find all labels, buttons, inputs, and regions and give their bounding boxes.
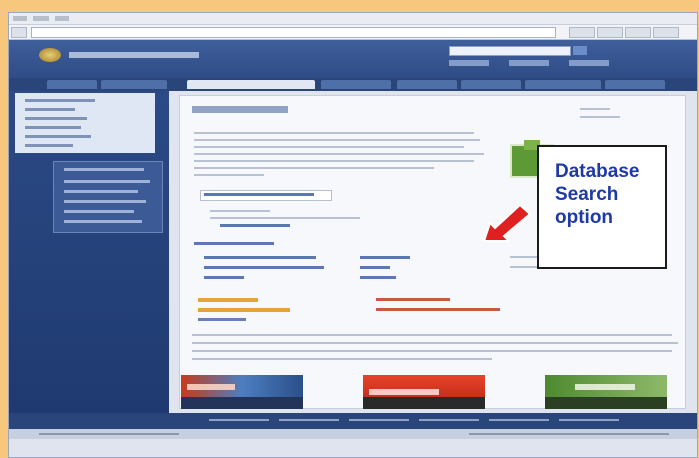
footer-link[interactable] — [559, 419, 619, 421]
nav-tab[interactable] — [525, 80, 601, 89]
database-link[interactable] — [360, 256, 410, 259]
arrow-pointing-left-icon — [482, 203, 532, 242]
sidebar-box-heading — [64, 168, 144, 171]
sidebar-item[interactable] — [25, 117, 87, 120]
search-option-link[interactable] — [220, 224, 290, 227]
database-link[interactable] — [360, 266, 390, 269]
footer-links[interactable] — [469, 433, 669, 435]
site-footer-nav — [9, 413, 697, 429]
header-link[interactable] — [449, 60, 489, 66]
body-text-line — [192, 350, 672, 352]
nav-tab-active[interactable] — [187, 80, 315, 89]
sidebar-item[interactable] — [25, 99, 95, 102]
promo-banner-text — [551, 381, 635, 393]
resource-link[interactable] — [198, 318, 246, 321]
nav-tab[interactable] — [397, 80, 457, 89]
browser-toolbar — [9, 25, 697, 40]
intro-text-line — [194, 146, 464, 148]
callout-line-3: option — [555, 207, 614, 228]
resource-link[interactable] — [198, 298, 258, 302]
site-title — [69, 49, 199, 61]
toolbar-button[interactable] — [597, 27, 623, 38]
address-bar[interactable] — [31, 27, 556, 38]
intro-text-line — [194, 174, 264, 176]
site-nav — [9, 78, 697, 91]
promo-banner-left[interactable] — [181, 375, 303, 409]
sidebar-item[interactable] — [25, 108, 75, 111]
promo-banner-center[interactable] — [363, 375, 485, 409]
sidebar-related-box — [53, 161, 163, 233]
nav-tab[interactable] — [605, 80, 665, 89]
nav-tab[interactable] — [47, 80, 97, 89]
sidebar-item[interactable] — [25, 144, 73, 147]
intro-text-line — [194, 153, 484, 155]
database-link[interactable] — [204, 276, 244, 279]
database-link[interactable] — [360, 276, 396, 279]
sidebar-link[interactable] — [64, 190, 138, 193]
intro-text-line — [194, 132, 474, 134]
left-sidebar — [9, 91, 169, 413]
header-link[interactable] — [569, 60, 609, 66]
body-text-line — [192, 358, 492, 360]
database-link[interactable] — [204, 266, 324, 269]
toolbar-button[interactable] — [569, 27, 595, 38]
nav-tab[interactable] — [101, 80, 167, 89]
callout-line-2: Search — [555, 184, 619, 205]
site-footer — [9, 429, 697, 439]
footer-link[interactable] — [349, 419, 409, 421]
footer-link[interactable] — [489, 419, 549, 421]
section-heading — [194, 242, 274, 245]
sidebar-link[interactable] — [64, 200, 146, 203]
database-link[interactable] — [510, 266, 540, 268]
promo-banner-right[interactable] — [545, 375, 667, 409]
intro-text-line — [194, 167, 434, 169]
toolbar-button[interactable] — [625, 27, 651, 38]
site-search-input[interactable] — [449, 46, 571, 56]
sidebar-link[interactable] — [64, 180, 150, 183]
promo-banner-caption — [545, 397, 667, 409]
sidebar-item[interactable] — [25, 135, 91, 138]
resource-link[interactable] — [198, 308, 290, 312]
footer-link[interactable] — [419, 419, 479, 421]
intro-text-line — [194, 160, 474, 162]
search-option-text — [210, 210, 270, 212]
search-link[interactable] — [204, 193, 314, 196]
page-tool-link[interactable] — [580, 116, 620, 118]
promo-banner-caption — [363, 397, 485, 409]
footer-copyright — [39, 433, 179, 435]
footer-link[interactable] — [209, 419, 269, 421]
toolbar-button[interactable] — [653, 27, 679, 38]
body-text-line — [192, 334, 672, 336]
resource-link[interactable] — [376, 298, 450, 301]
back-button[interactable] — [11, 27, 27, 38]
promo-banner-text — [369, 381, 439, 398]
sidebar-menu — [15, 93, 155, 153]
database-search-callout: Database Search option — [537, 145, 667, 269]
resource-link[interactable] — [376, 308, 500, 311]
browser-menubar — [9, 13, 697, 25]
database-link[interactable] — [510, 256, 540, 258]
site-search-button[interactable] — [573, 46, 587, 55]
nav-tab[interactable] — [461, 80, 521, 89]
promo-banner-caption — [181, 397, 303, 409]
seal-logo-icon — [39, 48, 61, 62]
intro-text-line — [194, 139, 480, 141]
sidebar-item[interactable] — [25, 126, 81, 129]
nav-tab[interactable] — [321, 80, 391, 89]
body-text-line — [192, 342, 678, 344]
site-header — [9, 40, 697, 78]
page-tool-link[interactable] — [580, 108, 610, 110]
page-title — [192, 104, 288, 116]
sidebar-link[interactable] — [64, 210, 134, 213]
header-link[interactable] — [509, 60, 549, 66]
callout-line-1: Database — [555, 161, 640, 182]
promo-banner-text — [187, 381, 235, 393]
footer-link[interactable] — [279, 419, 339, 421]
database-link[interactable] — [204, 256, 316, 259]
search-option-text — [210, 217, 360, 219]
sidebar-link[interactable] — [64, 220, 142, 223]
